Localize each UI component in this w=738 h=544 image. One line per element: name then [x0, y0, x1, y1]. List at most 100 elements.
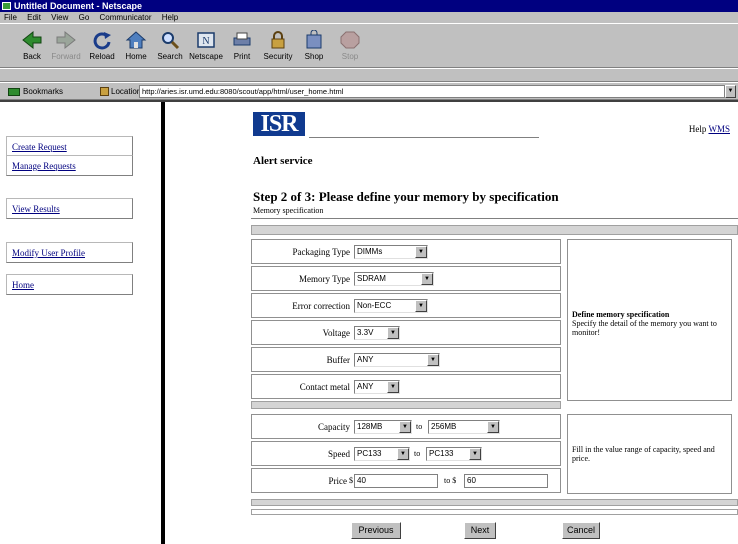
forward-button[interactable]: Forward — [48, 26, 84, 66]
netscape-label: Netscape — [189, 52, 223, 61]
svg-text:N: N — [202, 36, 209, 47]
manage-requests-link[interactable]: Manage Requests — [12, 161, 76, 171]
packaging-type-select[interactable]: DIMMs ▼ — [354, 245, 428, 259]
capacity-from-value: 128MB — [357, 422, 383, 431]
page-content: Create Request Manage Requests View Resu… — [0, 100, 738, 544]
speed-label: Speed — [328, 449, 350, 459]
navigation-toolbar: Back Forward Reload Home Search N Netsca… — [0, 23, 738, 68]
search-button[interactable]: Search — [152, 26, 188, 66]
chevron-down-icon: ▼ — [487, 421, 499, 433]
stop-button[interactable]: Stop — [332, 26, 368, 66]
packaging-type-row: Packaging Type DIMMs ▼ — [251, 239, 561, 264]
create-request-link[interactable]: Create Request — [12, 142, 67, 152]
buffer-value: ANY — [357, 355, 374, 364]
capacity-from-select[interactable]: 128MB ▼ — [354, 420, 412, 434]
spacer-bar — [251, 401, 561, 409]
error-correction-select[interactable]: Non-ECC ▼ — [354, 299, 428, 313]
cancel-button[interactable]: Cancel — [562, 522, 600, 539]
url-input[interactable]: http://aries.isr.umd.edu:8080/scout/app/… — [139, 85, 725, 98]
menu-go[interactable]: Go — [79, 13, 90, 22]
chevron-down-icon: ▼ — [415, 246, 427, 258]
spec-help-text: Specify the detail of the memory you wan… — [572, 319, 717, 337]
buffer-label: Buffer — [326, 355, 350, 365]
footer-bar — [251, 499, 738, 506]
shop-button[interactable]: Shop — [296, 26, 332, 66]
location-bar: Bookmarks Location: http://aries.isr.umd… — [0, 82, 738, 100]
home-link[interactable]: Home — [12, 280, 34, 290]
menu-help[interactable]: Help — [162, 13, 178, 22]
back-button[interactable]: Back — [14, 26, 50, 66]
chevron-down-icon: ▼ — [387, 327, 399, 339]
security-button[interactable]: Security — [260, 26, 296, 66]
security-lock-icon — [271, 31, 285, 49]
price-row: Price $ 40 to $ 60 — [251, 468, 561, 493]
spec-help-box: Define memory specification Specify the … — [567, 239, 732, 401]
nav-item-view-results: View Results — [6, 198, 133, 219]
form-header-bar — [251, 225, 738, 235]
wms-link[interactable]: WMS — [708, 124, 730, 134]
reload-button[interactable]: Reload — [84, 26, 120, 66]
next-button[interactable]: Next — [464, 522, 496, 539]
nav-item-home: Home — [6, 274, 133, 295]
voltage-select[interactable]: 3.3V ▼ — [354, 326, 400, 340]
speed-to-label: to — [414, 449, 421, 458]
title-bar: Untitled Document - Netscape — [0, 0, 738, 12]
menu-edit[interactable]: Edit — [27, 13, 41, 22]
left-nav-frame: Create Request Manage Requests View Resu… — [0, 102, 161, 544]
bookmarks-label: Bookmarks — [23, 87, 64, 96]
price-to-input[interactable]: 60 — [464, 474, 548, 488]
stop-label: Stop — [341, 52, 359, 61]
chevron-down-icon: ▼ — [399, 421, 411, 433]
divider — [251, 218, 738, 219]
previous-button[interactable]: Previous — [351, 522, 401, 539]
location-label-wrap: Location: — [100, 87, 143, 97]
back-arrow-icon — [22, 30, 42, 50]
help-label: Help — [688, 124, 707, 134]
isr-logo: ISR — [253, 112, 305, 140]
logo-text: ISR — [260, 111, 298, 137]
main-frame: ISR Help WMS Alert service Step 2 of 3: … — [165, 102, 738, 544]
forward-arrow-icon — [56, 30, 76, 50]
nav-item-modify-user-profile: Modify User Profile — [6, 242, 133, 263]
bookmarks-button[interactable]: Bookmarks — [8, 87, 63, 96]
stop-icon — [340, 31, 360, 49]
url-dropdown-button[interactable]: ▼ — [725, 85, 736, 98]
nav-item-create-request: Create Request — [6, 136, 133, 157]
capacity-label: Capacity — [318, 422, 350, 432]
memory-type-value: SDRAM — [357, 274, 386, 283]
price-from-input[interactable]: 40 — [354, 474, 438, 488]
menu-view[interactable]: View — [51, 13, 68, 22]
modify-user-profile-link[interactable]: Modify User Profile — [12, 248, 85, 258]
security-label: Security — [263, 52, 293, 61]
alert-service-title: Alert service — [253, 155, 313, 167]
speed-to-select[interactable]: PC133 ▼ — [426, 447, 482, 461]
netscape-button[interactable]: N Netscape — [188, 26, 224, 66]
search-label: Search — [157, 52, 183, 61]
capacity-row: Capacity 128MB ▼ to 256MB ▼ — [251, 414, 561, 439]
error-correction-value: Non-ECC — [357, 301, 392, 310]
error-correction-row: Error correction Non-ECC ▼ — [251, 293, 561, 318]
search-icon — [162, 32, 180, 50]
menu-communicator[interactable]: Communicator — [100, 13, 152, 22]
print-button[interactable]: Print — [224, 26, 260, 66]
window-title: Untitled Document - Netscape — [14, 1, 143, 11]
bookmarks-icon — [8, 87, 20, 96]
chevron-down-icon: ▼ — [415, 300, 427, 312]
buffer-select[interactable]: ANY ▼ — [354, 353, 440, 367]
capacity-to-value: 256MB — [431, 422, 457, 431]
speed-from-value: PC133 — [357, 449, 382, 458]
capacity-to-label: to — [416, 422, 423, 431]
print-icon — [233, 32, 251, 46]
contact-metal-value: ANY — [357, 382, 374, 391]
menu-file[interactable]: File — [4, 13, 17, 22]
error-correction-label: Error correction — [292, 301, 350, 311]
range-help-text: Fill in the value range of capacity, spe… — [572, 445, 715, 463]
speed-from-select[interactable]: PC133 ▼ — [354, 447, 410, 461]
contact-metal-select[interactable]: ANY ▼ — [354, 380, 400, 394]
capacity-to-select[interactable]: 256MB ▼ — [428, 420, 500, 434]
home-button[interactable]: Home — [118, 26, 154, 66]
forward-label: Forward — [51, 52, 81, 61]
view-results-link[interactable]: View Results — [12, 204, 60, 214]
spec-help-title: Define memory specification — [572, 310, 670, 319]
memory-type-select[interactable]: SDRAM ▼ — [354, 272, 434, 286]
